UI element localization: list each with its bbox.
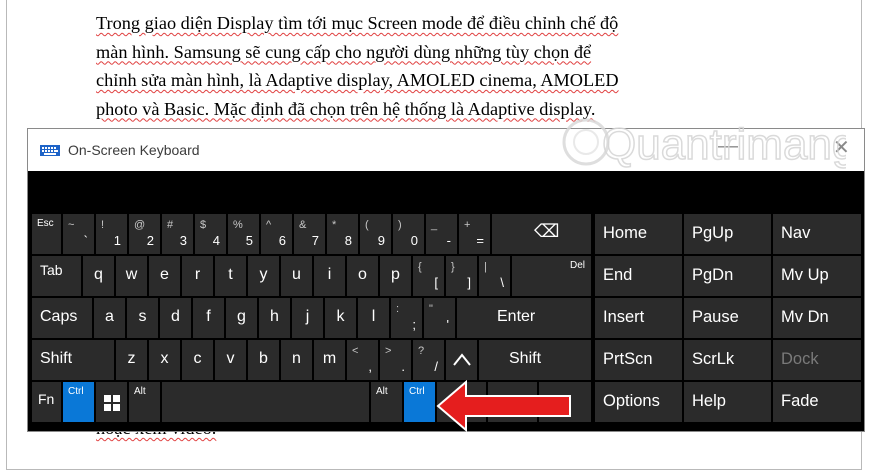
key-mv-up[interactable]: Mv Up bbox=[773, 256, 861, 296]
key-left-bracket[interactable]: {[ bbox=[413, 256, 444, 296]
key-7[interactable]: & 7 bbox=[294, 214, 325, 254]
key-fade[interactable]: Fade bbox=[773, 382, 861, 422]
key-right-bracket[interactable]: }] bbox=[446, 256, 477, 296]
key-enter[interactable]: Enter bbox=[457, 298, 591, 338]
key-del[interactable]: Del bbox=[512, 256, 591, 296]
document-line: màn hình. Samsung sẽ cung cấp cho người … bbox=[96, 41, 592, 62]
key-fn[interactable]: Fn bbox=[32, 382, 61, 422]
key-5[interactable]: % 5 bbox=[228, 214, 259, 254]
key-nav[interactable]: Nav bbox=[773, 214, 861, 254]
key-9[interactable]: (9 bbox=[360, 214, 391, 254]
key-period[interactable]: >. bbox=[380, 340, 411, 380]
key-right-ctrl[interactable]: Ctrl bbox=[404, 382, 435, 422]
key-pause[interactable]: Pause bbox=[684, 298, 771, 338]
key-y[interactable]: y bbox=[248, 256, 279, 296]
key-prtscn[interactable]: PrtScn bbox=[595, 340, 682, 380]
key-j[interactable]: j bbox=[292, 298, 323, 338]
key-minus[interactable]: _ - bbox=[426, 214, 457, 254]
key-home[interactable]: Home bbox=[595, 214, 682, 254]
key-backslash[interactable]: | \ bbox=[479, 256, 510, 296]
key-i[interactable]: i bbox=[314, 256, 345, 296]
key-l[interactable]: l bbox=[358, 298, 389, 338]
key-4[interactable]: $4 bbox=[195, 214, 226, 254]
backspace-icon: ⌫ bbox=[534, 221, 560, 241]
key-c[interactable]: c bbox=[182, 340, 213, 380]
key-g[interactable]: g bbox=[226, 298, 257, 338]
key-u[interactable]: u bbox=[281, 256, 312, 296]
key-a[interactable]: a bbox=[94, 298, 125, 338]
key-left-ctrl[interactable]: Ctrl bbox=[63, 382, 94, 422]
up-arrow-icon bbox=[453, 353, 471, 366]
key-z[interactable]: z bbox=[116, 340, 147, 380]
key-caps[interactable]: Caps bbox=[32, 298, 92, 338]
key-t[interactable]: t bbox=[215, 256, 246, 296]
key-mv-dn[interactable]: Mv Dn bbox=[773, 298, 861, 338]
key-space[interactable] bbox=[162, 382, 369, 422]
quantrimang-watermark-logo: Quantrimang bbox=[562, 118, 846, 170]
window-title: On-Screen Keyboard bbox=[68, 142, 200, 158]
key-d[interactable]: d bbox=[160, 298, 191, 338]
key-equals[interactable]: + = bbox=[459, 214, 490, 254]
key-x[interactable]: x bbox=[149, 340, 180, 380]
key-dock[interactable]: Dock bbox=[773, 340, 861, 380]
key-p[interactable]: p bbox=[380, 256, 411, 296]
key-scrlk[interactable]: ScrLk bbox=[684, 340, 771, 380]
key-q[interactable]: q bbox=[83, 256, 114, 296]
key-f[interactable]: f bbox=[193, 298, 224, 338]
key-6[interactable]: ^ 6 bbox=[261, 214, 292, 254]
key-pgdn[interactable]: PgDn bbox=[684, 256, 771, 296]
key-0[interactable]: ) 0 bbox=[393, 214, 424, 254]
key-tilde[interactable]: ~ ` bbox=[63, 214, 94, 254]
svg-text:Quantrimang: Quantrimang bbox=[602, 120, 846, 169]
key-s[interactable]: s bbox=[127, 298, 158, 338]
key-right-shift[interactable]: Shift bbox=[479, 340, 591, 380]
key-esc[interactable]: Esc bbox=[32, 214, 61, 254]
key-8[interactable]: * 8 bbox=[327, 214, 358, 254]
key-tab[interactable]: Tab bbox=[32, 256, 81, 296]
key-slash[interactable]: ? / bbox=[413, 340, 444, 380]
key-help[interactable]: Help bbox=[684, 382, 771, 422]
key-quote[interactable]: " ' bbox=[424, 298, 455, 338]
key-m[interactable]: m bbox=[314, 340, 345, 380]
key-left-alt[interactable]: Alt bbox=[129, 382, 160, 422]
key-k[interactable]: k bbox=[325, 298, 356, 338]
key-insert[interactable]: Insert bbox=[595, 298, 682, 338]
red-arrow-annotation bbox=[436, 380, 571, 432]
key-1[interactable]: ! 1 bbox=[96, 214, 127, 254]
key-e[interactable]: e bbox=[149, 256, 180, 296]
keyboard-icon bbox=[40, 145, 60, 156]
key-3[interactable]: #3 bbox=[162, 214, 193, 254]
document-line: Trong giao diện Display tìm tới mục Scre… bbox=[96, 13, 619, 33]
key-h[interactable]: h bbox=[259, 298, 290, 338]
key-comma[interactable]: <, bbox=[347, 340, 378, 380]
key-r[interactable]: r bbox=[182, 256, 213, 296]
document-text: Trong giao diện Display tìm tới mục Scre… bbox=[96, 9, 796, 123]
key-b[interactable]: b bbox=[248, 340, 279, 380]
key-pgup[interactable]: PgUp bbox=[684, 214, 771, 254]
key-w[interactable]: w bbox=[116, 256, 147, 296]
document-line: chỉnh sửa màn hình, là Adaptive display,… bbox=[96, 70, 619, 90]
key-semicolon[interactable]: :; bbox=[391, 298, 422, 338]
key-o[interactable]: o bbox=[347, 256, 378, 296]
key-windows[interactable] bbox=[96, 382, 127, 422]
key-2[interactable]: @2 bbox=[129, 214, 160, 254]
key-left-shift[interactable]: Shift bbox=[32, 340, 114, 380]
key-v[interactable]: v bbox=[215, 340, 246, 380]
key-up-arrow[interactable] bbox=[446, 340, 477, 380]
windows-icon bbox=[104, 395, 120, 411]
key-right-alt[interactable]: Alt bbox=[371, 382, 402, 422]
key-n[interactable]: n bbox=[281, 340, 312, 380]
key-options[interactable]: Options bbox=[595, 382, 682, 422]
key-end[interactable]: End bbox=[595, 256, 682, 296]
key-backspace[interactable]: ⌫ bbox=[492, 214, 591, 254]
